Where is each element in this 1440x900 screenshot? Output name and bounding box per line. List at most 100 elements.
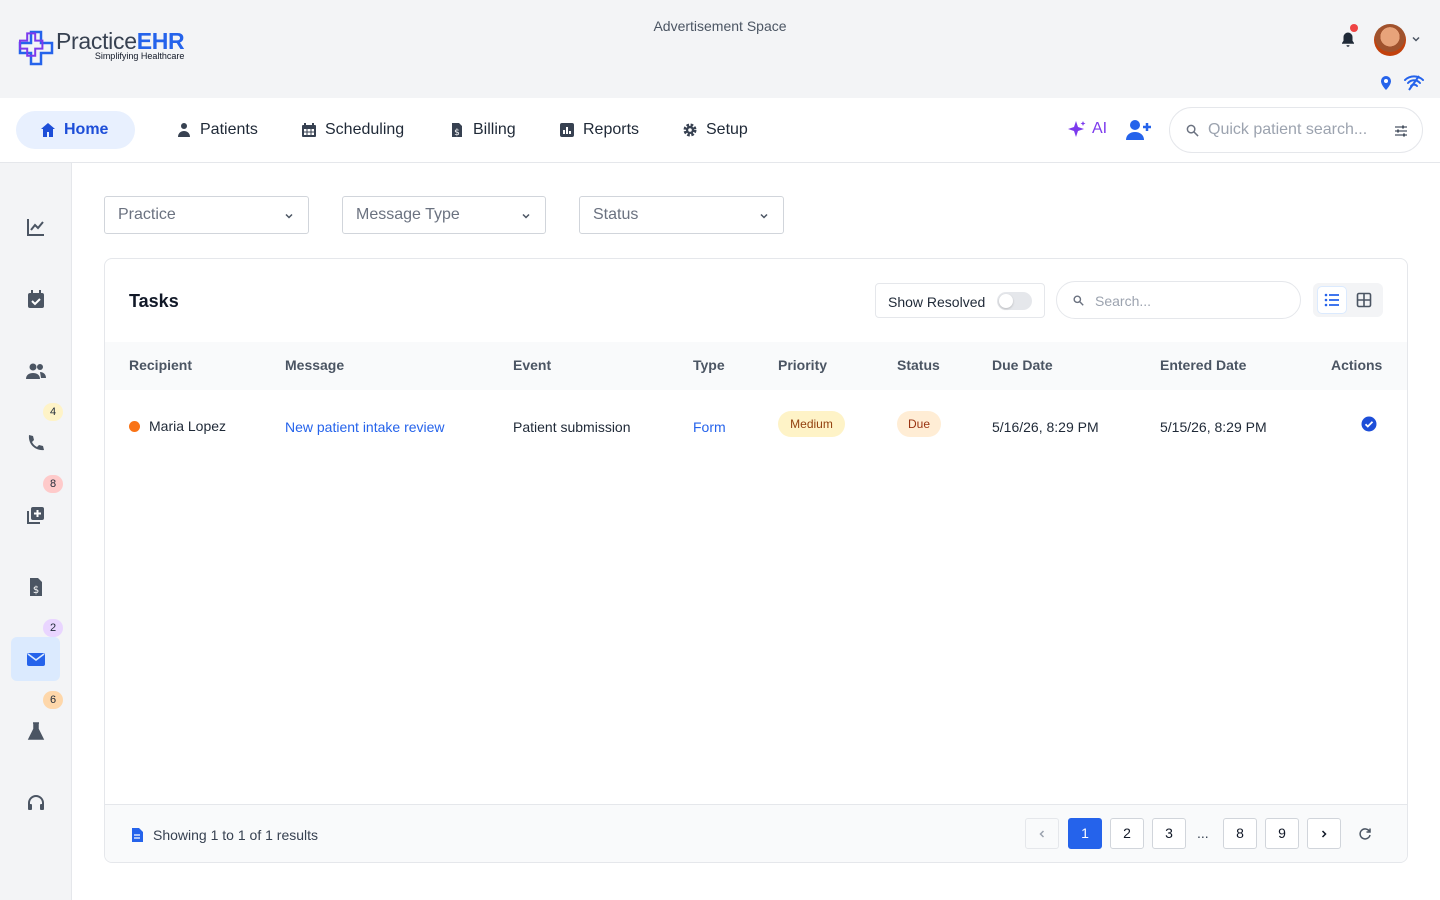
chevron-down-icon xyxy=(285,213,293,219)
nav-scheduling-label: Scheduling xyxy=(325,121,405,138)
message-type-filter-dropdown[interactable]: Message Type xyxy=(342,196,546,234)
practice-filter-label: Practice xyxy=(118,206,176,223)
recipient-name: Maria Lopez xyxy=(149,418,227,434)
nav-reports[interactable]: Reports xyxy=(559,111,639,149)
nav-patients-label: Patients xyxy=(200,121,258,138)
page-button-9[interactable]: 9 xyxy=(1265,818,1299,849)
tasks-title: Tasks xyxy=(129,291,179,311)
add-user-icon[interactable] xyxy=(1126,119,1152,141)
document-icon xyxy=(132,828,143,842)
status-filter-dropdown[interactable]: Status xyxy=(579,196,784,234)
nav-setup-label: Setup xyxy=(706,121,748,138)
patient-icon xyxy=(178,123,190,137)
nav-billing[interactable]: $ Billing xyxy=(449,111,516,149)
logo[interactable]: PracticeEHR Simplifying Healthcare xyxy=(18,30,185,66)
type-link[interactable]: Form xyxy=(693,419,726,435)
column-header-priority[interactable]: Priority xyxy=(778,357,827,373)
phone-icon xyxy=(28,435,44,451)
svg-text:$: $ xyxy=(454,128,460,138)
refresh-icon[interactable] xyxy=(1358,827,1372,841)
page-button-3[interactable]: 3 xyxy=(1152,818,1186,849)
sidebar-item-documents[interactable]: 8 xyxy=(11,475,63,537)
of-word: of xyxy=(245,827,266,843)
page-button-2[interactable]: 2 xyxy=(1110,818,1144,849)
sidebar-item-labs[interactable]: 6 xyxy=(11,691,63,753)
showing-prefix: Showing xyxy=(153,827,211,843)
column-header-entered-date[interactable]: Entered Date xyxy=(1160,357,1246,373)
column-header-recipient[interactable]: Recipient xyxy=(129,357,192,373)
lab-flask-icon xyxy=(27,722,44,740)
results-suffix: results xyxy=(272,827,319,843)
sidebar-item-calendar[interactable] xyxy=(11,277,60,321)
avatar[interactable] xyxy=(1374,24,1406,56)
next-page-button[interactable] xyxy=(1307,818,1341,849)
recipient-cell: Maria Lopez xyxy=(129,418,226,434)
tasks-footer: Showing 1 to 1 of 1 results 1 2 3 ... 8 … xyxy=(105,804,1407,862)
chevron-right-icon xyxy=(1321,830,1327,838)
due-date-cell: 5/16/26, 8:29 PM xyxy=(992,419,1099,435)
headset-icon xyxy=(27,795,44,810)
sidebar-item-calls[interactable]: 4 xyxy=(11,403,63,465)
gear-icon xyxy=(683,123,697,137)
show-resolved-toggle[interactable] xyxy=(997,292,1032,310)
sidebar-item-analytics[interactable] xyxy=(11,205,60,249)
chevron-down-icon xyxy=(522,213,530,219)
status-dot xyxy=(129,421,140,432)
ai-button[interactable]: AI xyxy=(1068,120,1107,138)
column-header-status[interactable]: Status xyxy=(897,357,940,373)
chevron-down-icon[interactable] xyxy=(1411,34,1421,44)
bell-icon[interactable] xyxy=(1339,31,1357,49)
analytics-icon xyxy=(26,219,44,236)
resolve-check-icon[interactable] xyxy=(1361,416,1377,432)
search-icon xyxy=(1073,295,1084,306)
priority-badge: Medium xyxy=(778,411,845,437)
chevron-left-icon xyxy=(1039,830,1045,838)
nav-setup[interactable]: Setup xyxy=(682,111,748,149)
calendar-check-icon xyxy=(27,290,44,308)
table-row[interactable]: Maria Lopez New patient intake review Pa… xyxy=(105,390,1407,460)
location-pin-icon[interactable] xyxy=(1378,75,1394,91)
tasks-card: Tasks Show Resolved Recipient Message Ev… xyxy=(104,258,1408,863)
sidebar-item-billing[interactable]: $ xyxy=(11,565,60,609)
sidebar-item-users[interactable] xyxy=(11,349,60,393)
chevron-down-icon xyxy=(760,213,768,219)
sidebar-item-messages[interactable]: 2 xyxy=(11,619,63,681)
page-button-1[interactable]: 1 xyxy=(1068,818,1102,849)
list-view-button[interactable] xyxy=(1317,286,1347,314)
message-link[interactable]: New patient intake review xyxy=(285,419,445,435)
column-header-message[interactable]: Message xyxy=(285,357,344,373)
column-header-due-date[interactable]: Due Date xyxy=(992,357,1053,373)
invoice-icon: $ xyxy=(452,123,462,138)
ai-label: AI xyxy=(1092,120,1108,137)
grid-view-button[interactable] xyxy=(1349,286,1379,314)
page-button-8[interactable]: 8 xyxy=(1223,818,1257,849)
sidebar-item-support[interactable] xyxy=(11,781,60,825)
labs-badge: 6 xyxy=(43,691,63,709)
message-type-filter-label: Message Type xyxy=(356,206,460,223)
column-header-event[interactable]: Event xyxy=(513,357,551,373)
entered-date-cell: 5/15/26, 8:29 PM xyxy=(1160,419,1267,435)
quick-search-input[interactable] xyxy=(1208,118,1384,142)
practice-filter-dropdown[interactable]: Practice xyxy=(104,196,309,234)
results-summary: Showing 1 to 1 of 1 results xyxy=(153,827,318,843)
sparkle-icon xyxy=(1068,121,1086,137)
search-icon xyxy=(1186,124,1199,137)
nav-patients[interactable]: Patients xyxy=(176,111,258,149)
status-badge: Due xyxy=(897,411,941,437)
top-banner: PracticeEHR Simplifying Healthcare Adver… xyxy=(0,0,1440,98)
sidebar: 4 8 $ 2 6 xyxy=(0,163,72,900)
tasks-search-input[interactable] xyxy=(1095,291,1285,311)
event-cell: Patient submission xyxy=(513,419,631,435)
add-document-icon xyxy=(26,507,44,524)
filter-sliders-icon[interactable] xyxy=(1394,124,1408,138)
nav-scheduling[interactable]: Scheduling xyxy=(301,111,404,149)
page-ellipsis: ... xyxy=(1197,825,1209,841)
view-toggle xyxy=(1313,283,1383,317)
column-header-type[interactable]: Type xyxy=(693,357,725,373)
home-icon xyxy=(41,123,55,137)
wifi-icon[interactable] xyxy=(1403,75,1425,91)
notification-dot xyxy=(1350,24,1358,32)
previous-page-button[interactable] xyxy=(1025,818,1059,849)
nav-home[interactable]: Home xyxy=(16,111,135,149)
calendar-icon xyxy=(302,123,316,137)
